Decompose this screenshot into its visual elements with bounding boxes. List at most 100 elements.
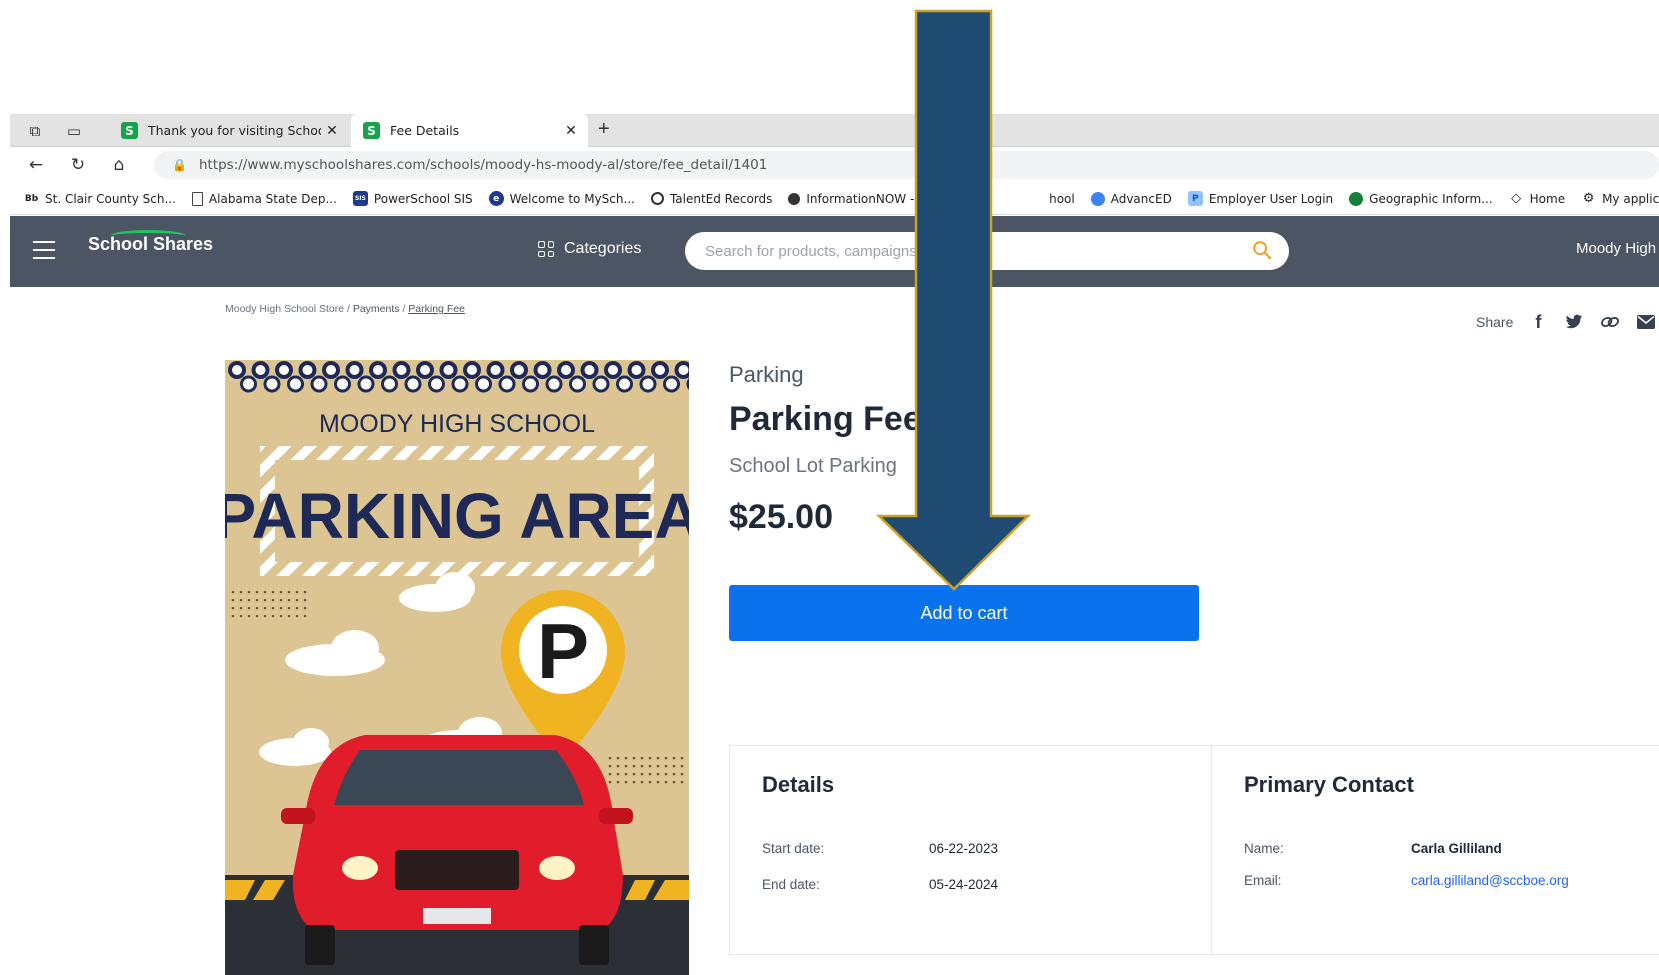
details-panel: Details Start date: 06-22-2023 End date:… [729,745,1659,955]
site-header: School Shares Categories Moody High [10,216,1659,287]
bookmark-item[interactable]: Bb M [942,191,974,206]
bookmark-label: TalentEd Records [669,191,773,206]
end-date-value: 05-24-2024 [929,877,999,892]
tab-title: Thank you for visiting School Shares [148,123,321,138]
diamond-icon: ◇ [1511,191,1522,206]
bookmark-item[interactable]: P Employer User Login [1187,191,1334,206]
bookmark-label: AdvancED [1110,191,1172,206]
contact-name-value: Carla Gilliland [1411,841,1502,856]
poster-sign-text: PARKING AREA [225,480,689,552]
globe-icon [1349,191,1364,206]
blackboard-icon: Bb [24,193,39,204]
bookmark-label: St. Clair County Sch... [45,191,176,206]
link-icon[interactable] [1599,312,1621,332]
product-price: $25.00 [729,498,833,536]
bookmark-label: Home [1529,191,1566,206]
tab-actions-icon[interactable]: ▭ [63,120,85,142]
gear-icon: ⚙ [1582,191,1595,206]
contact-email-label: Email: [1244,873,1282,888]
contact-email-row: Email: carla.gilliland@sccboe.org [1244,873,1569,888]
bookmark-item[interactable]: ⚙ My applications « (... [1581,191,1659,206]
primary-contact-heading: Primary Contact [1244,772,1414,797]
product-category: Parking [729,362,804,387]
contact-name-label: Name: [1244,841,1284,856]
bookmarks-bar: Bb St. Clair County Sch... Alabama State … [10,183,1659,215]
breadcrumb-payments[interactable]: Payments [353,303,400,315]
tab-title: Fee Details [390,123,460,138]
workspaces-icon[interactable]: ⧉ [24,120,46,142]
add-to-cart-button[interactable]: Add to cart [729,585,1199,641]
end-date-label: End date: [762,877,820,892]
menu-icon[interactable] [33,241,55,259]
lock-icon: 🔒 [172,158,187,172]
facebook-icon[interactable]: f [1527,312,1549,332]
page-icon [191,191,203,206]
bookmark-label: Geographic Inform... [1369,191,1493,206]
end-date-row: End date: 05-24-2024 [762,877,998,892]
browser-tab-bar: ⧉ ▭ S Thank you for visiting School Shar… [10,114,1659,147]
breadcrumb-current[interactable]: Parking Fee [408,303,465,315]
bookmark-item[interactable]: InformationNOW -... [788,191,926,206]
breadcrumb-store[interactable]: Moody High School Store [225,303,344,315]
bookmark-label: My applications « (... [1602,191,1659,206]
start-date-label: Start date: [762,841,825,856]
bookmark-label: M [962,191,974,206]
bookmark-item[interactable]: Bb St. Clair County Sch... [24,191,176,206]
infonow-icon [788,192,801,205]
bookmark-label: Welcome to MySch... [509,191,635,206]
share-label: Share [1476,314,1514,330]
product-image: MOODY HIGH SCHOOL PARKING AREA P [225,360,689,975]
address-bar-row: ← ↻ ⌂ 🔒 https://www.myschoolshares.com/s… [10,147,1659,183]
bookmark-item[interactable]: SIS PowerSchool SIS [352,191,473,206]
breadcrumb: Moody High School Store / Payments / Par… [225,303,465,315]
bookmark-label: Alabama State Dep... [208,191,337,206]
new-tab-icon[interactable]: + [598,118,610,141]
p-logo-icon: P [1187,191,1203,206]
search-input[interactable] [705,242,1225,260]
home-icon[interactable]: ⌂ [107,153,131,177]
primary-contact-section: Primary Contact Name: Carla Gilliland Em… [1212,746,1659,954]
url-text: https://www.myschoolshares.com/schools/m… [198,157,768,173]
globe-icon [1090,191,1105,206]
school-shares-favicon-icon: S [121,122,138,139]
search-icon[interactable] [1251,239,1273,261]
close-tab-icon[interactable]: ✕ [560,123,582,139]
url-field[interactable]: 🔒 https://www.myschoolshares.com/schools… [154,151,1659,179]
parking-poster-illustration: MOODY HIGH SCHOOL PARKING AREA P [225,360,689,975]
powerschool-icon: SIS [352,191,368,206]
bookmark-item[interactable]: TalentEd Records [650,191,773,206]
categories-button[interactable]: Categories [538,240,641,258]
categories-label: Categories [564,240,642,257]
bookmark-item[interactable]: e Welcome to MySch... [488,191,635,206]
school-name[interactable]: Moody High [1576,240,1656,257]
tab-thank-you[interactable]: S Thank you for visiting School Shares ✕ [109,114,349,147]
twitter-icon[interactable] [1563,312,1585,332]
start-date-value: 06-22-2023 [929,841,999,856]
school-shares-favicon-icon: S [363,122,380,139]
bookmark-label: InformationNOW -... [806,191,926,206]
email-icon[interactable] [1635,312,1657,332]
talented-icon [650,192,664,205]
grid-icon [538,241,554,257]
tab-fee-details[interactable]: S Fee Details ✕ [351,114,588,147]
bookmark-item[interactable]: Geographic Inform... [1349,191,1493,206]
bookmark-item[interactable]: Alabama State Dep... [191,191,337,206]
back-icon[interactable]: ← [24,153,48,177]
bookmark-item[interactable]: AdvancED [1090,191,1172,206]
refresh-icon[interactable]: ↻ [66,153,90,177]
poster-school-text: MOODY HIGH SCHOOL [319,410,595,438]
product-subtitle: School Lot Parking [729,455,897,477]
close-tab-icon[interactable]: ✕ [321,123,343,139]
bookmark-label: Employer User Login [1208,191,1334,206]
bookmark-item[interactable]: ◇ Home [1509,191,1565,206]
pin-letter: P [537,607,589,695]
details-section: Details Start date: 06-22-2023 End date:… [730,746,1212,954]
share-bar: Share f [1476,312,1657,332]
school-shares-logo[interactable]: School Shares [88,234,213,255]
start-date-row: Start date: 06-22-2023 [762,841,998,856]
contact-email-link[interactable]: carla.gilliland@sccboe.org [1411,873,1569,888]
blackboard-icon: Bb [942,193,956,204]
bookmark-item[interactable]: hool [1049,192,1075,206]
bookmark-label: PowerSchool SIS [373,191,473,206]
search-box [685,232,1289,270]
